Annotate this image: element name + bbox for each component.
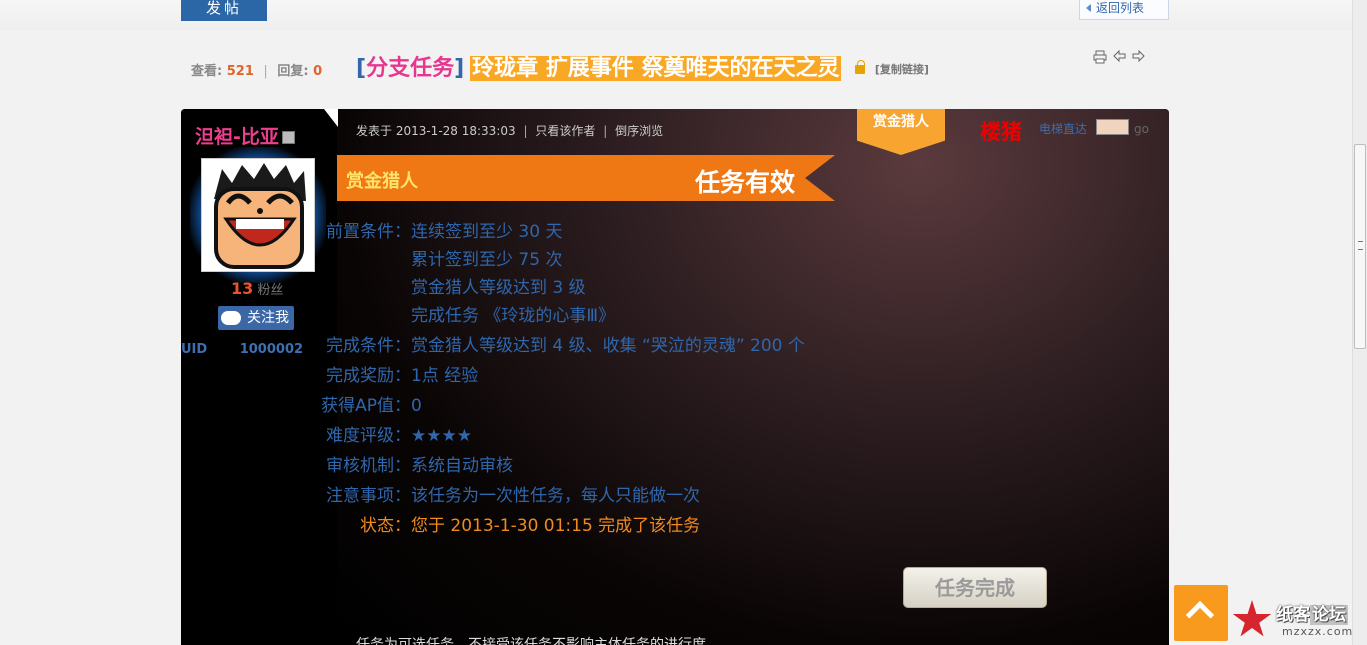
scroll-thumb[interactable]: [1354, 144, 1366, 349]
watermark-name: 纸客 论坛: [1276, 600, 1348, 625]
uid-label: UID: [181, 342, 208, 357]
task-detail-row: 审核机制：系统自动审核: [321, 451, 513, 476]
thread-title: [分支任务] 玲珑章 扩展事件 祭奠唯夫的在天之灵 [复制链接]: [356, 50, 929, 81]
task-detail-row: 获得AP值：0: [321, 391, 422, 416]
task-detail-row: 累计签到至少 75 次: [321, 245, 562, 270]
detail-label: 完成奖励：: [326, 366, 411, 386]
detail-label: 获得AP值：: [321, 396, 411, 416]
thread-title-text: 玲珑章 扩展事件 祭奠唯夫的在天之灵: [470, 56, 842, 81]
author-name[interactable]: 泹袒-比亚: [195, 122, 295, 149]
detail-value: 您于 2013-1-30 01:15 完成了该任务: [411, 516, 701, 536]
task-detail-row: 完成条件：赏金猎人等级达到 4 级、收集 “哭泣的灵魂” 200 个: [321, 331, 805, 356]
thread-stats: 查看: 521 | 回复: 0: [191, 60, 322, 79]
uid-value: 1000002: [239, 342, 304, 357]
thread-category[interactable]: 分支任务: [366, 56, 454, 81]
views-count: 521: [226, 64, 254, 79]
task-complete-button[interactable]: 任务完成: [903, 567, 1047, 608]
uid-row: UID 1000002: [181, 342, 303, 357]
site-watermark: 纸客 论坛 mzxzx.com: [1232, 600, 1354, 642]
post-meta: 发表于 2013-1-28 18:33:03 | 只看该作者 | 倒序浏览: [356, 122, 663, 139]
follow-heart-icon: [221, 311, 241, 325]
task-detail-row: 注意事项：该任务为一次性任务，每人只能做一次: [321, 481, 700, 506]
author-only-link[interactable]: 只看该作者: [535, 124, 595, 138]
copy-link[interactable]: [复制链接]: [875, 63, 929, 76]
replies-count: 0: [313, 64, 323, 79]
avatar[interactable]: [201, 158, 315, 272]
user-card-icon[interactable]: [281, 131, 295, 144]
detail-label: 注意事项：: [326, 486, 411, 506]
detail-label: 完成条件：: [326, 336, 411, 356]
prev-thread-icon[interactable]: [1113, 49, 1126, 68]
back-to-top-button[interactable]: [1174, 585, 1228, 641]
meta-separator: |: [523, 124, 528, 138]
scroll-grip-icon: [1358, 241, 1363, 250]
thread-tools: [1093, 49, 1145, 68]
lock-icon: [855, 59, 866, 74]
post-body-text: 任务为可选任务，不接受该任务不影响主体任务的进行度: [356, 637, 706, 645]
detail-label: 前置条件：: [326, 222, 411, 242]
task-detail-row: 难度评级：★★★★: [321, 421, 472, 446]
detail-label: 难度评级：: [326, 426, 411, 446]
back-to-list-label: 返回列表: [1096, 1, 1145, 15]
avatar-glow: [190, 147, 326, 283]
detail-value: 该任务为一次性任务，每人只能做一次: [411, 486, 700, 506]
task-detail-row: 前置条件：连续签到至少 30 天: [321, 217, 562, 242]
task-type: 赏金猎人: [346, 171, 418, 192]
arrow-up-icon: [1185, 600, 1215, 630]
follow-button[interactable]: 关注我: [218, 306, 294, 330]
post-time: 发表于 2013-1-28 18:33:03: [356, 124, 516, 138]
detail-value: 连续签到至少 30 天: [411, 222, 563, 242]
fans-number: 13: [231, 279, 254, 298]
task-detail-row: 完成任务 《玲珑的心事Ⅲ》: [321, 301, 615, 326]
task-detail-row: 赏金猎人等级达到 3 级: [321, 273, 586, 298]
post-panel: 泹袒-比亚 13 粉丝 关注我 UID 1000002 发表于 2013-1-2: [181, 109, 1169, 645]
vertical-scrollbar[interactable]: [1352, 0, 1367, 645]
corner-notch: [324, 109, 338, 127]
watermark-url: mzxzx.com: [1282, 625, 1354, 638]
floor-label: 楼猪: [980, 120, 1022, 144]
detail-value: 1点 经验: [411, 366, 479, 386]
new-post-button[interactable]: 发帖: [181, 0, 267, 21]
avatar-face-icon: [202, 159, 314, 271]
jump-to-floor-label: 电梯直达: [1039, 122, 1088, 136]
detail-value: 累计签到至少 75 次: [411, 250, 563, 270]
go-button[interactable]: go: [1134, 122, 1149, 136]
detail-value: 赏金猎人等级达到 3 级: [411, 278, 586, 298]
fans-count[interactable]: 13 粉丝: [231, 279, 283, 298]
task-state-row: 状态：您于 2013-1-30 01:15 完成了该任务: [321, 511, 700, 536]
category-bracket-close: ]: [454, 56, 465, 81]
reverse-order-link[interactable]: 倒序浏览: [615, 124, 663, 138]
caret-left-icon: [1086, 4, 1091, 12]
detail-label: 审核机制：: [326, 456, 411, 476]
detail-value: 系统自动审核: [411, 456, 513, 476]
task-detail-row: 完成奖励：1点 经验: [321, 361, 478, 386]
detail-value: 0: [411, 396, 422, 416]
watermark-name-a: 纸客: [1276, 605, 1310, 625]
task-status: 任务有效: [695, 168, 796, 197]
follow-label: 关注我: [247, 310, 289, 326]
next-thread-icon[interactable]: [1132, 49, 1145, 68]
watermark-name-b: 论坛: [1310, 605, 1348, 625]
replies-label: 回复:: [277, 64, 309, 79]
views-label: 查看:: [191, 64, 223, 79]
print-icon[interactable]: [1093, 50, 1107, 68]
stats-separator: |: [263, 64, 268, 79]
detail-label: 状态：: [360, 516, 411, 536]
fans-label: 粉丝: [257, 283, 284, 298]
jump-floor-input[interactable]: [1096, 119, 1129, 135]
star-logo-icon: [1232, 600, 1272, 637]
author-name-text[interactable]: 泹袒-比亚: [195, 126, 279, 148]
detail-value[interactable]: 完成任务 《玲珑的心事Ⅲ》: [411, 306, 615, 326]
detail-value: 赏金猎人等级达到 4 级、收集 “哭泣的灵魂” 200 个: [411, 336, 805, 356]
detail-value: ★★★★: [411, 426, 472, 446]
back-to-list-link[interactable]: 返回列表: [1079, 0, 1169, 20]
meta-separator: |: [603, 124, 608, 138]
category-bracket-open: [: [356, 56, 367, 81]
